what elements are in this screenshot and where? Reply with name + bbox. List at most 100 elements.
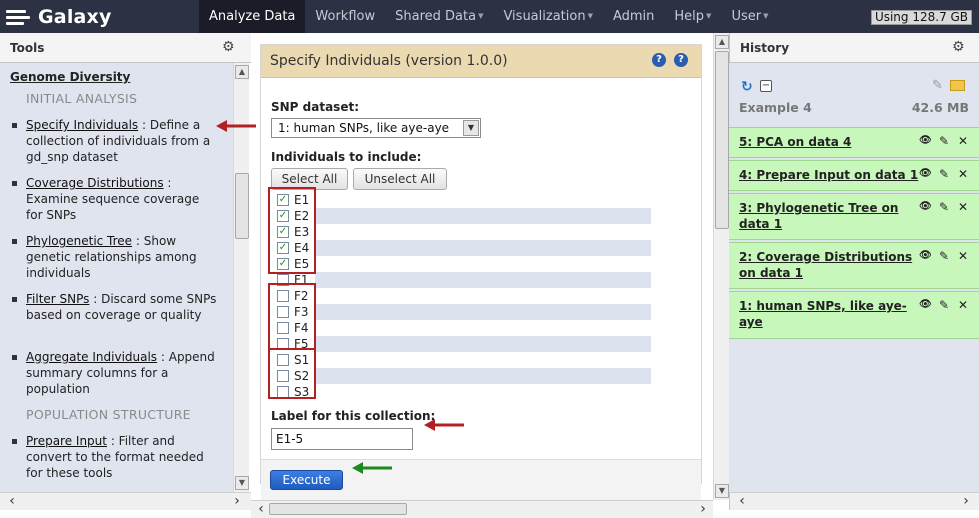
chevron-left-icon[interactable]: ‹: [253, 502, 269, 518]
form-title: Specify Individuals (version 1.0.0): [270, 53, 508, 69]
snp-dataset-select[interactable]: 1: human SNPs, like aye-aye ▼: [271, 118, 481, 138]
quota-meter[interactable]: Using 128.7 GB: [871, 10, 972, 25]
delete-icon[interactable]: ✕: [957, 298, 969, 312]
tools-hscrollbar[interactable]: ‹ ›: [0, 492, 251, 510]
caret-down-icon: ▼: [763, 12, 769, 20]
delete-icon[interactable]: ✕: [957, 134, 969, 148]
green-arrow-execute: [352, 462, 392, 474]
galaxy-logo-icon: [6, 5, 32, 29]
group-e-highlight: [268, 187, 316, 274]
nav-analyze-data[interactable]: Analyze Data: [199, 0, 306, 33]
nav-visualization[interactable]: Visualization ▼: [493, 0, 603, 33]
dataset-title[interactable]: 3: Phylogenetic Tree on data 1: [739, 200, 919, 232]
pencil-icon[interactable]: ✎: [938, 134, 950, 148]
pencil-icon[interactable]: ✎: [938, 200, 950, 214]
masthead: Galaxy Analyze Data Workflow Shared Data…: [0, 0, 979, 33]
tool-link[interactable]: Filter SNPs: [26, 292, 89, 306]
tool-section-genome-diversity[interactable]: Genome Diversity: [10, 70, 130, 84]
history-dataset[interactable]: 5: PCA on data 4 👁 ✎ ✕: [729, 127, 979, 158]
nav-admin[interactable]: Admin: [603, 0, 664, 33]
history-dataset[interactable]: 3: Phylogenetic Tree on data 1 👁 ✎ ✕: [729, 193, 979, 240]
help-icon[interactable]: ?: [674, 53, 688, 67]
scroll-down-icon[interactable]: ▼: [235, 476, 249, 490]
tool-link[interactable]: Specify Individuals: [26, 118, 138, 132]
history-dataset[interactable]: 4: Prepare Input on data 1 👁 ✎ ✕: [729, 160, 979, 191]
nav-help[interactable]: Help ▼: [664, 0, 721, 33]
tool-phylogenetic-tree[interactable]: Phylogenetic Tree : Show genetic relatio…: [12, 233, 218, 281]
bullet: [12, 181, 17, 186]
chevron-down-icon[interactable]: ▼: [463, 120, 479, 136]
refresh-icon[interactable]: ↻: [741, 79, 753, 95]
tool-filter-snps[interactable]: Filter SNPs : Discard some SNPs based on…: [12, 291, 218, 323]
help-icon[interactable]: ?: [652, 53, 666, 67]
delete-icon[interactable]: ✕: [957, 200, 969, 214]
unselect-all-button[interactable]: Unselect All: [353, 168, 447, 190]
dataset-title[interactable]: 2: Coverage Distributions on data 1: [739, 249, 919, 281]
nav-workflow[interactable]: Workflow: [305, 0, 385, 33]
caret-down-icon: ▼: [478, 12, 484, 20]
bullet: [12, 123, 17, 128]
galaxy-brand[interactable]: Galaxy: [6, 4, 112, 30]
history-size: 42.6 MB: [911, 100, 969, 115]
dataset-title[interactable]: 1: human SNPs, like aye-aye: [739, 298, 919, 330]
delete-icon[interactable]: ✕: [957, 249, 969, 263]
individual-row: ✓ E1: [275, 192, 651, 208]
eye-icon[interactable]: 👁: [919, 249, 932, 263]
history-dataset[interactable]: 1: human SNPs, like aye-aye 👁 ✎ ✕: [729, 291, 979, 339]
collapse-icon[interactable]: −: [760, 80, 772, 92]
tags-icon[interactable]: ✎: [932, 78, 943, 93]
scroll-down-icon[interactable]: ▼: [715, 484, 729, 498]
form-title-bar: Specify Individuals (version 1.0.0) ? ?: [261, 45, 701, 78]
dataset-title[interactable]: 5: PCA on data 4: [739, 134, 919, 150]
pencil-icon[interactable]: ✎: [938, 167, 950, 181]
tool-prepare-input[interactable]: Prepare Input : Filter and convert to th…: [12, 433, 218, 481]
eye-icon[interactable]: 👁: [919, 167, 932, 181]
dataset-actions: 👁 ✎ ✕: [919, 134, 969, 148]
tool-aggregate-individuals[interactable]: Aggregate Individuals : Append summary c…: [12, 349, 218, 397]
delete-icon[interactable]: ✕: [957, 167, 969, 181]
snp-dataset-label: SNP dataset:: [271, 100, 359, 114]
chevron-left-icon[interactable]: ‹: [4, 494, 20, 510]
scroll-thumb[interactable]: [235, 173, 249, 239]
nav-label: Admin: [612, 9, 655, 24]
eye-icon[interactable]: 👁: [919, 134, 932, 148]
nav-user[interactable]: User ▼: [721, 0, 778, 33]
tool-specify-individuals[interactable]: Specify Individuals : Define a collectio…: [12, 117, 218, 165]
nav-shared-data[interactable]: Shared Data ▼: [385, 0, 493, 33]
chevron-right-icon[interactable]: ›: [958, 494, 974, 510]
history-hscrollbar[interactable]: ‹ ›: [729, 492, 979, 510]
execute-button[interactable]: Execute: [270, 470, 343, 490]
chevron-left-icon[interactable]: ‹: [734, 494, 750, 510]
history-dataset[interactable]: 2: Coverage Distributions on data 1 👁 ✎ ✕: [729, 242, 979, 289]
scroll-thumb[interactable]: [715, 51, 729, 229]
group-f-highlight: [268, 283, 316, 350]
gear-icon[interactable]: ⚙: [952, 40, 966, 54]
history-name[interactable]: Example 4: [739, 100, 812, 115]
gear-icon[interactable]: ⚙: [222, 40, 236, 54]
tool-link[interactable]: Aggregate Individuals: [26, 350, 157, 364]
red-arrow-specify-individuals: [216, 120, 256, 132]
dataset-title[interactable]: 4: Prepare Input on data 1: [739, 167, 919, 183]
eye-icon[interactable]: 👁: [919, 298, 932, 312]
tool-label-initial-analysis: INITIAL ANALYSIS: [26, 91, 138, 106]
tool-coverage-distributions[interactable]: Coverage Distributions : Examine sequenc…: [12, 175, 218, 223]
center-vscrollbar[interactable]: ▲ ▼: [713, 33, 729, 500]
tool-link[interactable]: Coverage Distributions: [26, 176, 164, 190]
scroll-up-icon[interactable]: ▲: [715, 35, 729, 49]
chevron-right-icon[interactable]: ›: [695, 502, 711, 518]
group-s-highlight: [268, 348, 316, 399]
pencil-icon[interactable]: ✎: [938, 298, 950, 312]
annotation-icon[interactable]: [950, 80, 965, 91]
pencil-icon[interactable]: ✎: [938, 249, 950, 263]
scroll-thumb[interactable]: [269, 503, 407, 515]
tool-form: Specify Individuals (version 1.0.0) ? ? …: [260, 44, 702, 509]
center-hscrollbar[interactable]: ‹ ›: [251, 500, 713, 518]
collection-label: Label for this collection:: [271, 409, 436, 423]
collection-label-input[interactable]: [271, 428, 413, 450]
tool-link[interactable]: Prepare Input: [26, 434, 107, 448]
individual-row: F4: [275, 320, 651, 336]
scroll-up-icon[interactable]: ▲: [235, 65, 249, 79]
tool-link[interactable]: Phylogenetic Tree: [26, 234, 132, 248]
eye-icon[interactable]: 👁: [919, 200, 932, 214]
chevron-right-icon[interactable]: ›: [229, 494, 245, 510]
